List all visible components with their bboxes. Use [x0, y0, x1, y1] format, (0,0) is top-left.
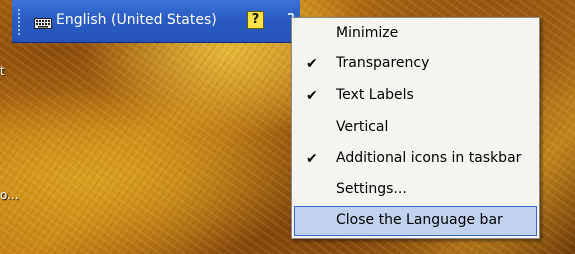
menu-item-label: Additional icons in taskbar: [336, 150, 522, 166]
drag-handle[interactable]: [17, 8, 21, 36]
checkmark-icon: ✔: [306, 56, 318, 72]
language-selector[interactable]: English (United States): [56, 12, 217, 28]
language-bar[interactable]: English (United States) ?: [12, 0, 300, 43]
keyboard-icon: [34, 18, 52, 29]
desktop-icon-label[interactable]: o...: [0, 188, 19, 202]
menu-item-settings[interactable]: Settings...: [294, 175, 537, 205]
menu-item-label: Minimize: [336, 25, 399, 41]
menu-item-label: Settings...: [336, 181, 407, 197]
menu-item-minimize[interactable]: Minimize: [294, 19, 537, 49]
menu-item-label: Text Labels: [336, 87, 414, 103]
checkmark-icon: ✔: [306, 88, 318, 104]
menu-item-label: Transparency: [336, 55, 430, 71]
checkmark-icon: ✔: [306, 151, 318, 167]
menu-item-label: Vertical: [336, 119, 389, 135]
language-bar-context-menu: Minimize ✔ Transparency ✔ Text Labels Ve…: [291, 17, 540, 239]
menu-item-vertical[interactable]: Vertical: [294, 113, 537, 143]
help-button[interactable]: ?: [247, 11, 264, 29]
menu-item-close-language-bar[interactable]: Close the Language bar: [294, 206, 537, 236]
menu-item-additional-icons[interactable]: ✔ Additional icons in taskbar: [294, 144, 537, 174]
desktop-icon-label[interactable]: t: [0, 64, 5, 78]
menu-item-transparency[interactable]: ✔ Transparency: [294, 49, 537, 79]
menu-item-text-labels[interactable]: ✔ Text Labels: [294, 81, 537, 111]
menu-item-label: Close the Language bar: [336, 212, 503, 228]
